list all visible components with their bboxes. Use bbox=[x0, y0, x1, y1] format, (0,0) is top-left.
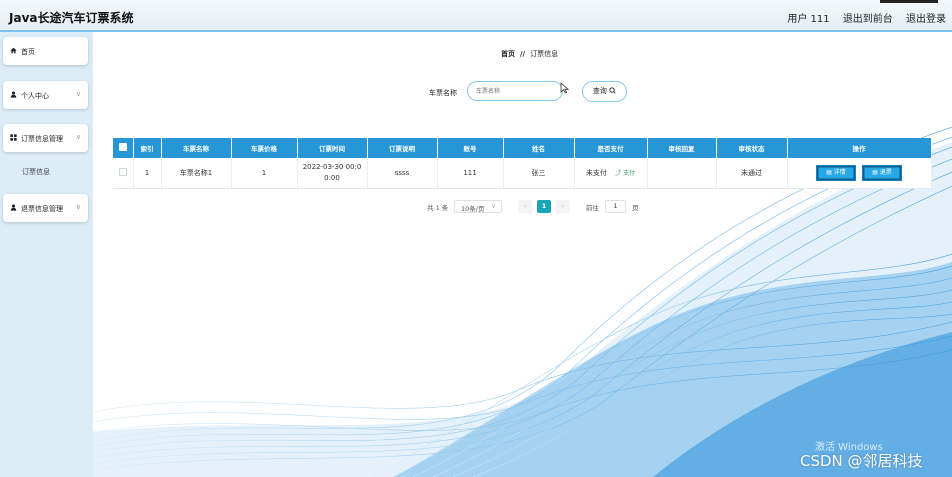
booking-time-line2: 0:00 bbox=[324, 174, 340, 182]
goto-unit-label: 页 bbox=[632, 204, 639, 212]
booking-time-line1: 2022-03-30 00:0 bbox=[302, 163, 362, 171]
goto-label: 前往 bbox=[586, 204, 599, 212]
page-size-select[interactable]: 10条/页 ∨ bbox=[454, 200, 502, 213]
sidebar-item-label: 首页 bbox=[21, 48, 35, 56]
pay-icon: ⤴ bbox=[615, 170, 622, 177]
select-all-cell[interactable] bbox=[113, 138, 134, 158]
sidebar-item-home[interactable]: 首页 bbox=[3, 37, 88, 65]
refund-button-label: 退票 bbox=[879, 169, 892, 176]
booking-table: 索引 车票名称 车票价格 订票时间 订票说明 账号 姓名 是否支付 审核回复 审… bbox=[113, 138, 932, 189]
app-title: Java长途汽车订票系统 bbox=[9, 11, 134, 25]
home-icon bbox=[10, 47, 17, 54]
csdn-watermark: CSDN @邻居科技 bbox=[800, 452, 923, 470]
table-header-row: 索引 车票名称 车票价格 订票时间 订票说明 账号 姓名 是否支付 审核回复 审… bbox=[113, 138, 932, 158]
back-to-front-link[interactable]: 退出到前台 bbox=[843, 14, 893, 25]
breadcrumb: 首页 // 订票信息 bbox=[501, 49, 558, 59]
pagination-total: 共 1 条 bbox=[427, 204, 449, 212]
breadcrumb-separator: // bbox=[520, 50, 526, 58]
search-button-label: 查询 bbox=[592, 87, 607, 95]
breadcrumb-current: 订票信息 bbox=[530, 50, 559, 58]
search-button[interactable]: 查询 bbox=[582, 81, 627, 102]
mouse-cursor-icon bbox=[560, 82, 569, 94]
chevron-down-icon: ∨ bbox=[75, 133, 81, 141]
cell-account: 111 bbox=[437, 158, 504, 189]
detail-button-label: 详情 bbox=[833, 169, 846, 176]
page-number-current[interactable]: 1 bbox=[537, 200, 551, 213]
document-icon: ▤ bbox=[826, 169, 832, 176]
cell-paid: 未支付 ⤴ 支付 bbox=[574, 158, 648, 189]
cell-actions: ▤ 详情 ▤ 退票 bbox=[787, 158, 932, 189]
column-header: 订票说明 bbox=[367, 138, 438, 158]
sidebar: 首页 个人中心 ∨ 订票信息管理 ∨ 订票信息 退票信息管理 ∨ bbox=[0, 32, 93, 477]
row-checkbox[interactable] bbox=[118, 168, 127, 176]
document-icon: ▤ bbox=[872, 169, 878, 176]
cell-index: 1 bbox=[133, 158, 162, 189]
column-header: 账号 bbox=[437, 138, 504, 158]
column-header: 车票价格 bbox=[231, 138, 298, 158]
sidebar-item-label: 退票信息管理 bbox=[21, 205, 63, 213]
paid-status: 未支付 bbox=[585, 169, 607, 177]
cell-name: 张三 bbox=[503, 158, 575, 189]
page-size-value: 10条/页 bbox=[461, 205, 485, 213]
top-header: Java长途汽车订票系统 用户 111 退出到前台 退出登录 bbox=[0, 0, 952, 32]
grid-icon bbox=[10, 134, 17, 141]
header-decoration bbox=[880, 0, 938, 3]
chevron-right-icon: › bbox=[561, 202, 565, 210]
column-header: 索引 bbox=[133, 138, 162, 158]
cell-note: ssss bbox=[367, 158, 438, 189]
current-user: 用户 111 bbox=[787, 14, 830, 25]
column-header: 审核回复 bbox=[647, 138, 717, 158]
sidebar-item-label: 个人中心 bbox=[21, 92, 49, 100]
column-header: 车票名称 bbox=[161, 138, 232, 158]
sidebar-item-refund-management[interactable]: 退票信息管理 ∨ bbox=[3, 194, 88, 222]
user-icon bbox=[10, 204, 17, 211]
next-page-button[interactable]: › bbox=[556, 200, 570, 213]
main-content: 首页 // 订票信息 车票名称 查询 索引 车票名称 车票价格 订票时间 订票说明 … bbox=[93, 32, 952, 477]
select-all-checkbox[interactable] bbox=[118, 143, 127, 151]
breadcrumb-home[interactable]: 首页 bbox=[501, 50, 515, 58]
user-icon bbox=[10, 91, 17, 98]
column-header: 姓名 bbox=[503, 138, 575, 158]
refund-button[interactable]: ▤ 退票 bbox=[862, 165, 902, 181]
row-select-cell[interactable] bbox=[113, 158, 134, 189]
search-label: 车票名称 bbox=[429, 89, 457, 97]
chevron-down-icon: ∨ bbox=[75, 90, 81, 98]
sidebar-subitem-booking-info[interactable]: 订票信息 bbox=[22, 167, 50, 177]
column-header: 订票时间 bbox=[297, 138, 368, 158]
pay-link-label: 支付 bbox=[623, 170, 636, 177]
cell-review-status: 未通过 bbox=[716, 158, 788, 189]
cell-price: 1 bbox=[231, 158, 298, 189]
ticket-name-search-input[interactable] bbox=[467, 81, 563, 101]
column-header: 操作 bbox=[787, 138, 932, 158]
pay-link[interactable]: ⤴ 支付 bbox=[615, 170, 635, 177]
logout-link[interactable]: 退出登录 bbox=[906, 14, 946, 25]
cell-booking-time: 2022-03-30 00:0 0:00 bbox=[297, 158, 368, 189]
cell-review-reply bbox=[647, 158, 717, 189]
prev-page-button[interactable]: ‹ bbox=[518, 200, 532, 213]
search-icon bbox=[609, 87, 616, 94]
column-header: 是否支付 bbox=[574, 138, 648, 158]
sidebar-item-booking-management[interactable]: 订票信息管理 ∨ bbox=[3, 124, 88, 152]
chevron-down-icon: ∨ bbox=[75, 203, 81, 211]
detail-button[interactable]: ▤ 详情 bbox=[816, 165, 856, 181]
column-header: 审核状态 bbox=[716, 138, 788, 158]
sidebar-item-personal-center[interactable]: 个人中心 ∨ bbox=[3, 81, 88, 109]
sidebar-item-label: 订票信息管理 bbox=[21, 135, 63, 143]
chevron-down-icon: ∨ bbox=[491, 202, 496, 210]
cell-ticket-name: 车票名称1 bbox=[161, 158, 232, 189]
header-user-area: 用户 111 退出到前台 退出登录 bbox=[777, 10, 946, 25]
goto-page-input[interactable]: 1 bbox=[605, 200, 626, 213]
table-row: 1 车票名称1 1 2022-03-30 00:0 0:00 ssss 111 … bbox=[113, 158, 932, 189]
chevron-left-icon: ‹ bbox=[523, 202, 527, 210]
